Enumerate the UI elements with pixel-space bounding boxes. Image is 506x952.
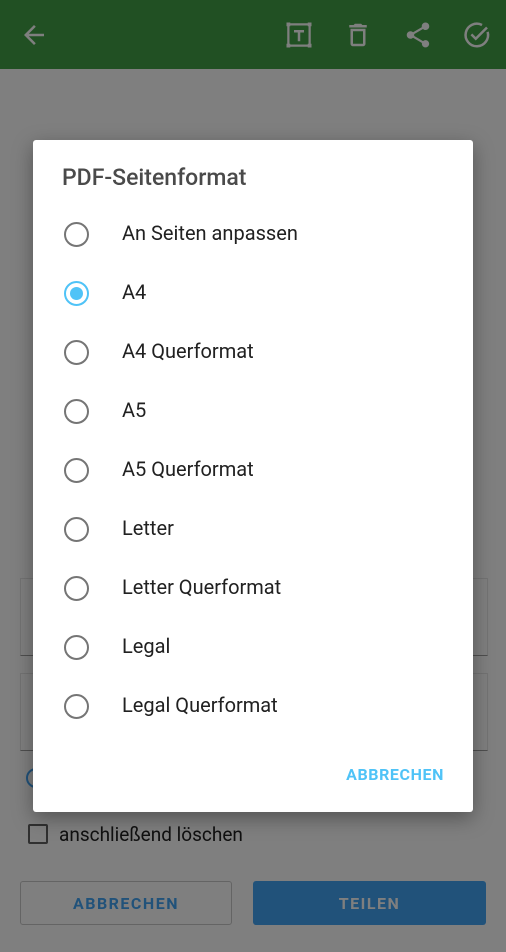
radio-button[interactable] bbox=[64, 517, 89, 542]
option-label: Legal Querformat bbox=[122, 693, 278, 717]
option-label: A4 Querformat bbox=[122, 339, 254, 363]
option-legal-landscape[interactable]: Legal Querformat bbox=[33, 677, 473, 736]
radio-button[interactable] bbox=[64, 399, 89, 424]
radio-button[interactable] bbox=[64, 458, 89, 483]
radio-button[interactable] bbox=[64, 222, 89, 247]
dialog-cancel-button[interactable]: ABBRECHEN bbox=[346, 765, 444, 784]
option-letter[interactable]: Letter bbox=[33, 500, 473, 559]
option-label: Letter Querformat bbox=[122, 575, 282, 599]
page-format-dialog: PDF-Seitenformat An Seiten anpassen A4 A… bbox=[33, 140, 473, 812]
option-a4[interactable]: A4 bbox=[33, 264, 473, 323]
option-a5[interactable]: A5 bbox=[33, 382, 473, 441]
option-label: A5 Querformat bbox=[122, 457, 254, 481]
option-letter-landscape[interactable]: Letter Querformat bbox=[33, 559, 473, 618]
radio-button[interactable] bbox=[64, 635, 89, 660]
option-fit-to-page[interactable]: An Seiten anpassen bbox=[33, 205, 473, 264]
option-label: A5 bbox=[122, 398, 147, 422]
option-label: An Seiten anpassen bbox=[122, 221, 298, 245]
option-label: Letter bbox=[122, 516, 174, 540]
option-a5-landscape[interactable]: A5 Querformat bbox=[33, 441, 473, 500]
option-label: Legal bbox=[122, 634, 171, 658]
radio-button-selected[interactable] bbox=[64, 281, 89, 306]
option-legal[interactable]: Legal bbox=[33, 618, 473, 677]
radio-button[interactable] bbox=[64, 576, 89, 601]
dialog-title: PDF-Seitenformat bbox=[62, 164, 247, 191]
option-a4-landscape[interactable]: A4 Querformat bbox=[33, 323, 473, 382]
option-label: A4 bbox=[122, 280, 147, 304]
radio-button[interactable] bbox=[64, 694, 89, 719]
radio-button[interactable] bbox=[64, 340, 89, 365]
